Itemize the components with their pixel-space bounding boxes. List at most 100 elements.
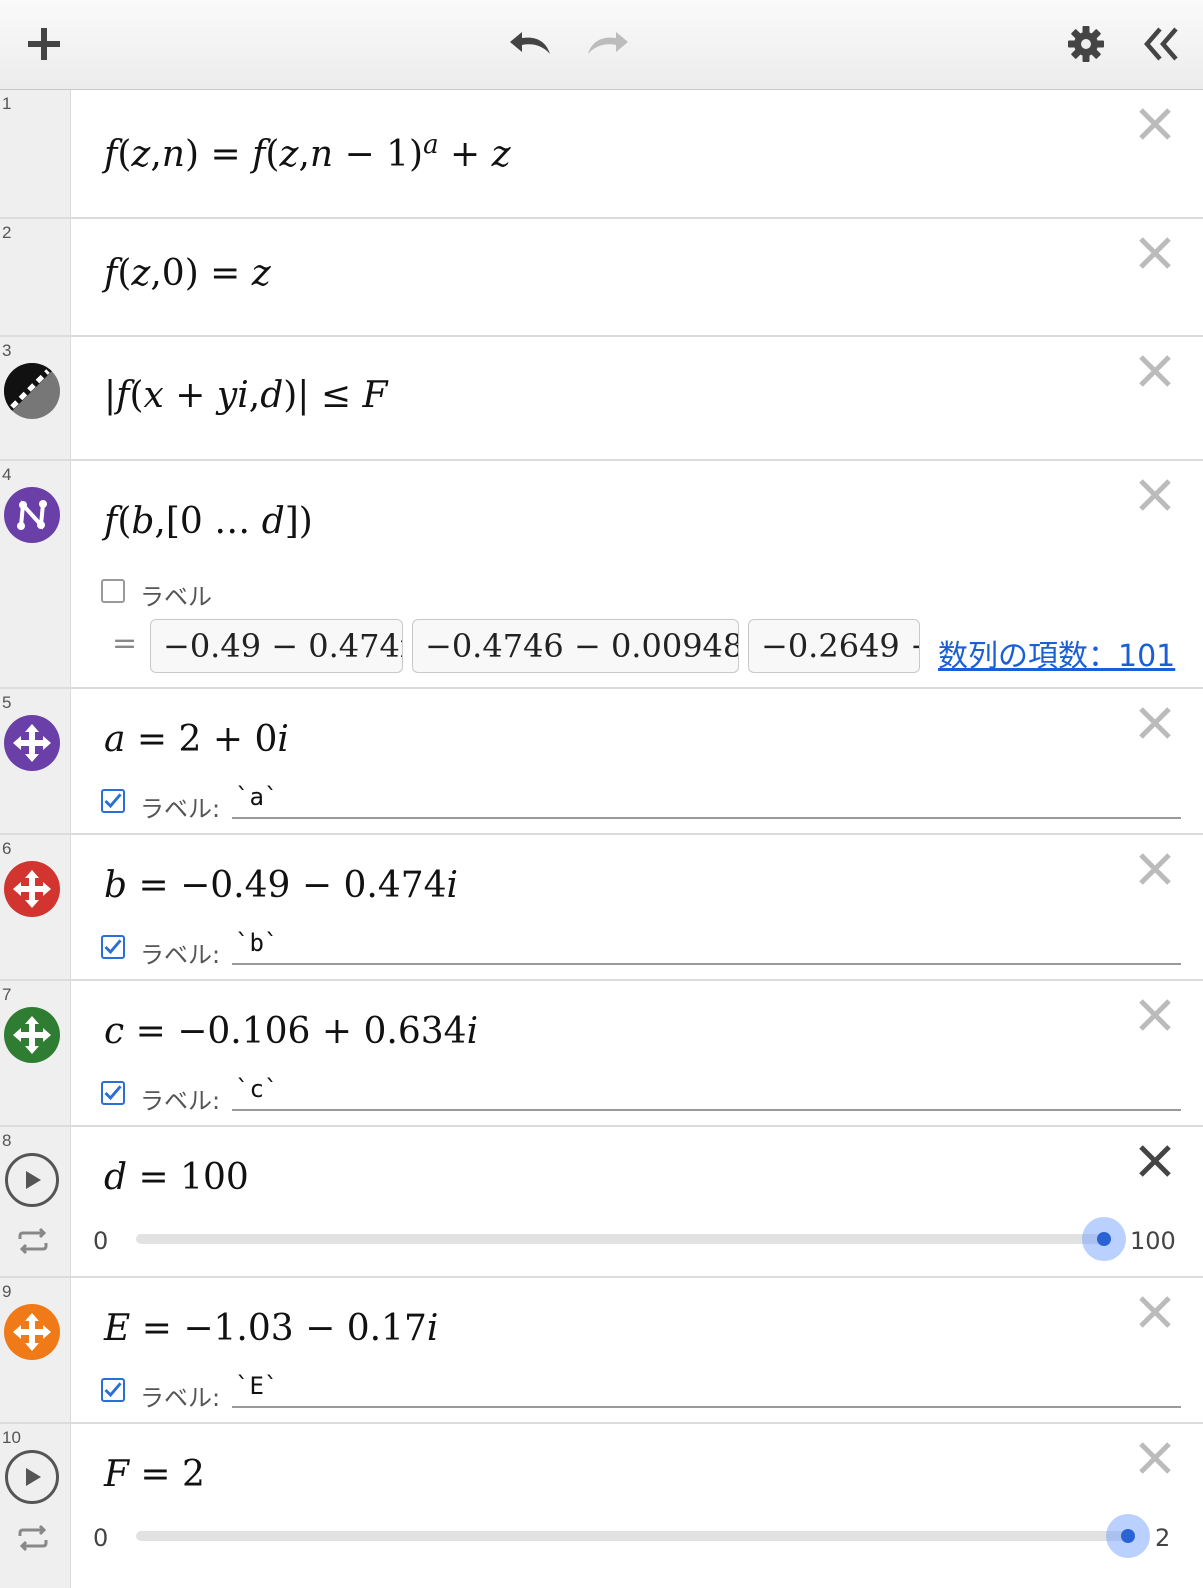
region-marker-icon <box>4 363 60 419</box>
row-number: 10 <box>2 1428 21 1447</box>
gear-icon <box>1068 26 1104 62</box>
row-gutter: 6 <box>0 835 71 979</box>
sequence-value-cell[interactable]: −0.4746 − 0.00948i <box>412 619 739 673</box>
repeat-icon[interactable] <box>16 1227 50 1255</box>
move-arrows-icon <box>13 870 51 908</box>
slider-d-value[interactable]: d = 100 <box>104 1157 249 1198</box>
complex-number-c[interactable]: c = −0.106 + 0.634i <box>104 1011 478 1052</box>
add-icon <box>28 28 60 60</box>
label-checkbox[interactable] <box>101 935 125 959</box>
row-gutter: 4 <box>0 461 71 687</box>
label-text: ラベル: <box>140 941 221 969</box>
algebra-row-10: 10 F = 2 0 2 <box>0 1424 1203 1588</box>
label-checkbox[interactable] <box>101 579 125 603</box>
caption-input[interactable]: `E` <box>232 1372 1181 1408</box>
delete-icon[interactable] <box>1135 351 1175 391</box>
delete-icon[interactable] <box>1135 849 1175 889</box>
slider-track[interactable] <box>136 1531 1128 1541</box>
row-gutter: 3 <box>0 337 71 459</box>
play-button[interactable] <box>5 1450 59 1504</box>
label-checkbox[interactable] <box>101 789 125 813</box>
row-number: 8 <box>2 1131 12 1150</box>
settings-button[interactable] <box>1064 22 1108 66</box>
row-number: 3 <box>2 341 12 360</box>
caption-input[interactable]: `b` <box>232 929 1181 965</box>
row-number: 1 <box>2 94 12 113</box>
slider-track[interactable] <box>136 1234 1104 1244</box>
point-e-visibility-toggle[interactable] <box>4 1304 60 1360</box>
sequence-value-cell[interactable]: −0.2649 − <box>748 619 920 673</box>
function-base-case[interactable]: f(z,0) = z <box>104 253 271 294</box>
algebra-row-5: 5 a = 2 + 0i ラベル: `a` <box>0 689 1203 835</box>
slider-f-value[interactable]: F = 2 <box>104 1454 205 1495</box>
delete-icon[interactable] <box>1135 703 1175 743</box>
label-checkbox[interactable] <box>101 1378 125 1402</box>
caption-input[interactable]: `a` <box>232 783 1181 819</box>
algebra-row-6: 6 b = −0.49 − 0.474i ラベル: `b` <box>0 835 1203 981</box>
undo-button[interactable] <box>506 22 556 66</box>
complex-number-e[interactable]: E = −1.03 − 0.17i <box>104 1308 438 1349</box>
caption-input[interactable]: `c` <box>232 1075 1181 1111</box>
sequence-length-link[interactable]: 数列の項数：101 <box>938 631 1175 675</box>
slider-max-label: 100 <box>1130 1227 1176 1255</box>
delete-icon[interactable] <box>1135 1141 1175 1181</box>
row-number: 5 <box>2 693 12 712</box>
label-text: ラベル: <box>140 795 221 823</box>
point-a-visibility-toggle[interactable] <box>4 715 60 771</box>
label-text: ラベル: <box>140 1384 221 1412</box>
algebra-row-4: 4 f(b,[0 … d]) ラベル = −0.49 − 0.474i −0.4… <box>0 461 1203 689</box>
double-chevron-left-icon <box>1144 27 1178 61</box>
delete-icon[interactable] <box>1135 1292 1175 1332</box>
sequence-expression[interactable]: f(b,[0 … d]) <box>104 501 313 542</box>
label-text: ラベル: <box>140 1087 221 1115</box>
row-number: 2 <box>2 223 12 242</box>
redo-icon <box>588 32 628 54</box>
equals-sign: = <box>112 626 138 661</box>
polyline-icon <box>17 500 47 530</box>
point-b-visibility-toggle[interactable] <box>4 861 60 917</box>
repeat-icon[interactable] <box>16 1524 50 1552</box>
algebra-row-9: 9 E = −1.03 − 0.17i ラベル: `E` <box>0 1278 1203 1424</box>
row-gutter: 9 <box>0 1278 71 1422</box>
play-icon <box>26 1171 41 1189</box>
algebra-row-3: 3 |f(x + yi,d)| ≤ F <box>0 337 1203 461</box>
row-gutter: 1 <box>0 90 71 217</box>
delete-icon[interactable] <box>1135 1438 1175 1478</box>
row-gutter: 7 <box>0 981 71 1125</box>
slider-max-label: 2 <box>1155 1524 1171 1552</box>
row-gutter: 2 <box>0 219 71 335</box>
algebra-row-8: 8 d = 100 0 100 <box>0 1127 1203 1278</box>
sequence-value-cell[interactable]: −0.49 − 0.474i <box>150 619 403 673</box>
undo-icon <box>510 32 550 54</box>
play-icon <box>26 1468 41 1486</box>
slider-thumb[interactable] <box>1082 1217 1126 1261</box>
delete-icon[interactable] <box>1135 104 1175 144</box>
play-button[interactable] <box>5 1153 59 1207</box>
delete-icon[interactable] <box>1135 475 1175 515</box>
move-arrows-icon <box>13 1016 51 1054</box>
region-visibility-toggle[interactable] <box>4 363 60 419</box>
algebra-row-1: 1 f(z,n) = f(z,n − 1)a + z <box>0 90 1203 219</box>
delete-icon[interactable] <box>1135 233 1175 273</box>
collapse-panel-button[interactable] <box>1138 22 1186 66</box>
slider-min-label: 0 <box>93 1524 109 1552</box>
inequality-condition[interactable]: |f(x + yi,d)| ≤ F <box>104 375 387 416</box>
row-number: 6 <box>2 839 12 858</box>
row-number: 7 <box>2 985 12 1004</box>
redo-button[interactable] <box>582 22 632 66</box>
label-checkbox[interactable] <box>101 1081 125 1105</box>
row-gutter: 8 <box>0 1127 71 1276</box>
row-number: 4 <box>2 465 12 484</box>
add-button[interactable] <box>22 22 66 66</box>
slider-thumb[interactable] <box>1106 1514 1150 1558</box>
point-c-visibility-toggle[interactable] <box>4 1007 60 1063</box>
complex-number-b[interactable]: b = −0.49 − 0.474i <box>104 865 458 906</box>
function-definition[interactable]: f(z,n) = f(z,n − 1)a + z <box>104 130 511 175</box>
row-number: 9 <box>2 1282 12 1301</box>
row-gutter: 5 <box>0 689 71 833</box>
sequence-visibility-toggle[interactable] <box>4 487 60 543</box>
complex-number-a[interactable]: a = 2 + 0i <box>104 719 289 760</box>
move-arrows-icon <box>13 724 51 762</box>
delete-icon[interactable] <box>1135 995 1175 1035</box>
move-arrows-icon <box>13 1313 51 1351</box>
